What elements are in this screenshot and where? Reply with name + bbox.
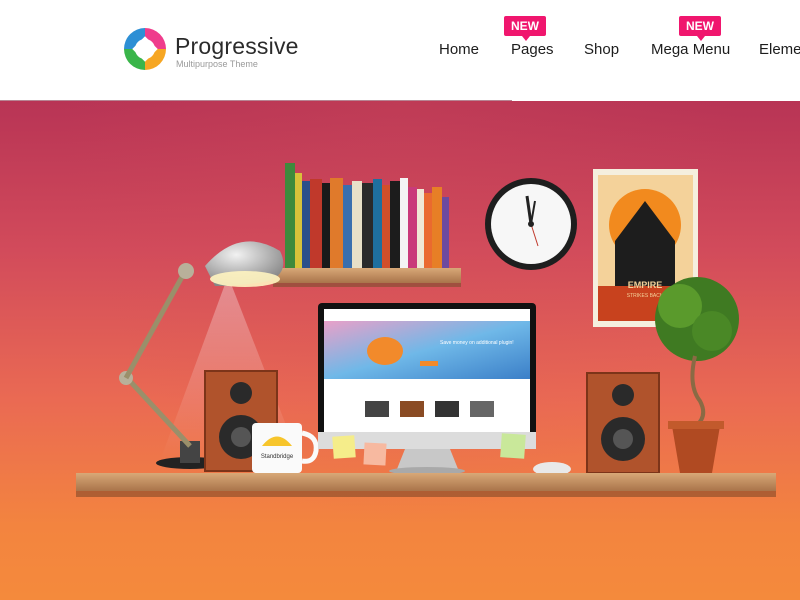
poster-title: EMPIRE: [628, 280, 663, 290]
nav-shop[interactable]: Shop: [584, 41, 619, 58]
nav-mega-menu[interactable]: Mega Menu: [651, 41, 730, 58]
hero-banner: EMPIRE STRIKES BACK Standbridge Save mon…: [0, 101, 800, 600]
nav-pages[interactable]: Pages: [511, 41, 554, 58]
new-badge-mega-menu: NEW: [679, 16, 721, 41]
books: [285, 163, 449, 268]
right-speaker: [586, 372, 660, 474]
desk-illustration: EMPIRE STRIKES BACK Standbridge Save mon…: [76, 163, 776, 497]
site-header: Progressive Multipurpose Theme Home NEW …: [0, 0, 800, 101]
mug-label: Standbridge: [261, 454, 294, 460]
brand-name[interactable]: Progressive: [175, 33, 299, 60]
poster-subtitle: STRIKES BACK: [627, 293, 664, 299]
coffee-mug: Standbridge: [252, 423, 319, 473]
nav-home[interactable]: Home: [439, 41, 479, 58]
logo-icon[interactable]: [122, 26, 168, 72]
upper-shelf: [273, 268, 461, 287]
brand-tagline: Multipurpose Theme: [176, 59, 258, 69]
wall-clock: [485, 178, 577, 270]
potted-plant: [655, 277, 739, 473]
desk-shelf: [76, 473, 776, 497]
nav-elements[interactable]: Elements: [759, 41, 800, 58]
new-badge-pages: NEW: [504, 16, 546, 41]
monitor-headline: Save money on additional plugin!: [440, 340, 514, 346]
